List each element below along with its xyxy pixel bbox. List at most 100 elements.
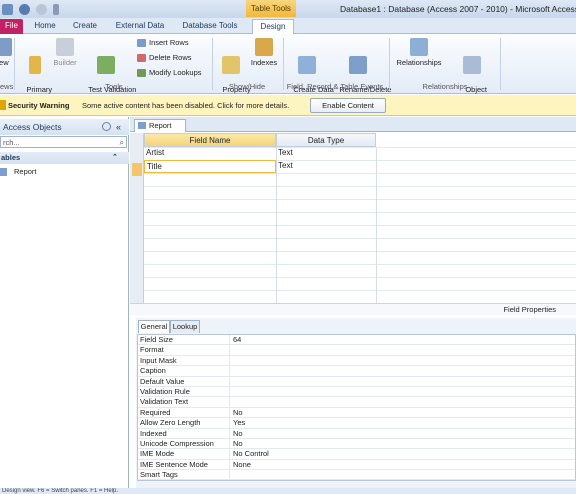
redo-icon[interactable]: [36, 3, 47, 15]
row-selector-column: [130, 133, 144, 303]
property-row[interactable]: Input Mask: [138, 355, 575, 367]
chevron-down-icon[interactable]: [102, 122, 111, 131]
modify-lookups-label: Modify Lookups: [149, 68, 202, 77]
insert-rows-button[interactable]: Insert Rows: [137, 38, 189, 47]
property-value[interactable]: No: [230, 408, 243, 417]
enable-content-button[interactable]: Enable Content: [310, 98, 386, 113]
shutter-close-icon[interactable]: «: [116, 119, 121, 135]
property-name: Required: [138, 407, 230, 418]
nav-group-tables[interactable]: ables ⌃: [0, 152, 129, 164]
property-value[interactable]: [230, 470, 233, 479]
property-row[interactable]: Default Value: [138, 376, 575, 387]
property-row[interactable]: IME Sentence Mode None: [138, 459, 575, 471]
nav-search-input[interactable]: rch... ⌕: [0, 136, 127, 148]
title-bar: Table Tools Database1 : Database (Access…: [0, 0, 576, 18]
checklist-icon: [97, 56, 115, 74]
property-value[interactable]: [230, 356, 233, 365]
tab-general[interactable]: General: [138, 320, 170, 333]
property-value[interactable]: [230, 387, 233, 396]
relationships-icon: [410, 38, 428, 56]
property-row[interactable]: Validation Text: [138, 397, 575, 408]
property-row[interactable]: IME Mode No Control: [138, 449, 575, 460]
property-row[interactable]: Unicode Compression No: [138, 438, 575, 450]
property-value[interactable]: [230, 397, 233, 406]
field-properties-pane: General Lookup Field Size 64 Format Input M…: [136, 318, 576, 494]
field-events-group-label: Field, Record & Table Events: [286, 82, 384, 91]
security-warning-bar: Security Warning Some active content has…: [0, 95, 576, 116]
column-header-field-name[interactable]: Field Name: [144, 133, 276, 147]
property-name: IME Sentence Mode: [138, 459, 230, 470]
data-type-cell[interactable]: Text: [276, 160, 376, 173]
property-name: IME Mode: [138, 449, 230, 459]
save-icon[interactable]: [2, 3, 13, 15]
tab-external-data[interactable]: External Data: [110, 19, 170, 34]
nav-item-report[interactable]: Report: [0, 167, 37, 176]
relationships-group-label: Relationships: [422, 82, 468, 91]
property-value[interactable]: [230, 366, 233, 375]
view-button[interactable]: iew: [0, 38, 12, 67]
property-value[interactable]: [230, 377, 233, 386]
property-value[interactable]: 64: [230, 335, 241, 344]
field-name-cell[interactable]: Artist: [144, 147, 276, 160]
customize-qat-icon[interactable]: [53, 3, 59, 15]
builder-button[interactable]: Builder: [50, 38, 80, 67]
relationships-button[interactable]: Relationships: [392, 38, 446, 67]
nav-pane-header[interactable]: Access Objects «: [0, 119, 129, 135]
delete-rows-button[interactable]: Delete Rows: [137, 53, 192, 62]
document-tab-label: Report: [149, 121, 172, 130]
undo-icon[interactable]: [19, 3, 30, 15]
property-name: Smart Tags: [138, 470, 230, 480]
ribbon-tab-row: File Home Create External Data Database …: [0, 18, 576, 34]
property-name: Format: [138, 345, 230, 355]
tab-home[interactable]: Home: [30, 19, 60, 34]
tab-design[interactable]: Design: [252, 19, 294, 34]
table-tools-contextual-label: Table Tools: [246, 0, 296, 17]
property-value[interactable]: No Control: [230, 449, 269, 458]
property-value[interactable]: [230, 345, 233, 354]
quick-access-toolbar: [2, 2, 59, 16]
property-name: Unicode Compression: [138, 438, 230, 449]
builder-label: Builder: [53, 58, 77, 67]
modify-lookups-button[interactable]: Modify Lookups: [137, 68, 202, 77]
property-value[interactable]: No: [230, 429, 243, 438]
field-properties-label: Field Properties: [130, 303, 576, 315]
group-separator: [389, 38, 390, 90]
property-row[interactable]: Validation Rule: [138, 386, 575, 398]
security-warning-message[interactable]: Some active content has been disabled. C…: [82, 101, 289, 110]
collapse-icon[interactable]: ⌃: [112, 152, 118, 164]
column-header-data-type[interactable]: Data Type: [276, 133, 376, 147]
object-dependencies-icon: [463, 56, 481, 74]
property-name: Validation Text: [138, 397, 230, 407]
property-value[interactable]: Yes: [230, 418, 245, 427]
shield-icon: [0, 100, 6, 110]
tab-database-tools[interactable]: Database Tools: [176, 19, 244, 34]
property-row[interactable]: Field Size 64: [138, 335, 575, 346]
insert-rows-label: Insert Rows: [149, 38, 189, 47]
tab-file[interactable]: File: [0, 19, 23, 34]
modify-lookups-icon: [137, 68, 146, 77]
property-row[interactable]: Caption: [138, 366, 575, 377]
tab-create[interactable]: Create: [66, 19, 104, 34]
document-tab-report[interactable]: Report: [134, 119, 186, 132]
search-icon[interactable]: ⌕: [120, 137, 124, 148]
property-name: Field Size: [138, 335, 230, 345]
property-row[interactable]: Allow Zero Length Yes: [138, 418, 575, 429]
field-name-cell[interactable]: Title: [144, 160, 276, 173]
data-type-cell[interactable]: Text: [276, 147, 376, 160]
group-separator: [212, 38, 213, 90]
document-tab-bar: Report: [130, 117, 576, 132]
tab-lookup[interactable]: Lookup: [170, 320, 200, 333]
property-row[interactable]: Required No: [138, 407, 575, 419]
property-value[interactable]: None: [230, 460, 251, 469]
property-row[interactable]: Indexed No: [138, 428, 575, 439]
wand-icon: [56, 38, 74, 56]
property-row[interactable]: Format: [138, 345, 575, 356]
data-macro-icon: [298, 56, 316, 74]
indexes-button[interactable]: Indexes: [248, 38, 280, 67]
property-name: Allow Zero Length: [138, 418, 230, 428]
property-value[interactable]: No: [230, 439, 243, 448]
table-icon: [0, 167, 7, 176]
property-row[interactable]: Smart Tags: [138, 470, 575, 481]
key-icon: [29, 56, 41, 74]
indexes-label: Indexes: [250, 58, 278, 67]
